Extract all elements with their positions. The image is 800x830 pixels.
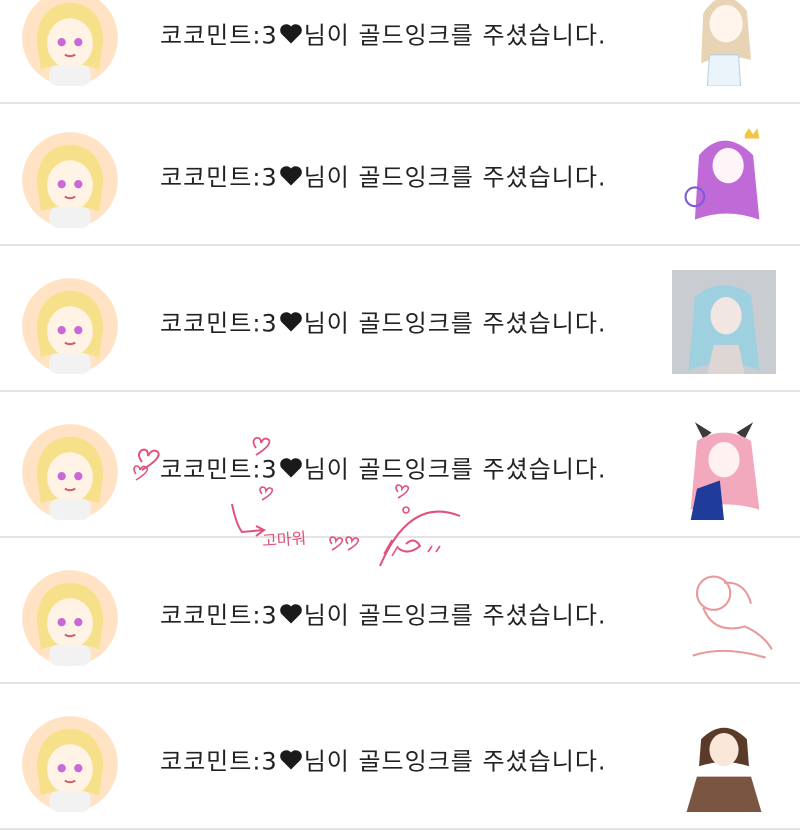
artwork-thumbnail[interactable] [672, 124, 776, 228]
sender-avatar[interactable] [18, 274, 122, 378]
heart-icon [279, 749, 302, 769]
notification-message: 코코민트:3 님이 골드잉크를 주셨습니다. [160, 16, 607, 51]
notification-row[interactable]: 코코민트:3 님이 골드잉크를 주셨습니다. [0, 0, 800, 104]
sender-name: 코코민트:3 [160, 747, 278, 776]
sender-name: 코코민트:3 [160, 21, 278, 50]
notification-message: 코코민트:3 님이 골드잉크를 주셨습니다. [160, 742, 607, 777]
sender-name: 코코민트:3 [160, 163, 278, 192]
sender-avatar[interactable] [18, 712, 122, 816]
heart-icon [279, 165, 302, 185]
notification-list: 코코민트:3 님이 골드잉크를 주셨습니다. 코코민트:3 님이 골드잉크를 주… [0, 0, 800, 830]
heart-icon [279, 23, 302, 43]
sender-name: 코코민트:3 [160, 601, 278, 630]
notification-row[interactable]: 코코민트:3 님이 골드잉크를 주셨습니다. [0, 544, 800, 684]
sender-avatar[interactable] [18, 420, 122, 524]
message-text: 님이 골드잉크를 주셨습니다. [303, 747, 607, 776]
heart-icon [279, 311, 302, 331]
artwork-thumbnail[interactable] [672, 562, 776, 666]
artwork-thumbnail[interactable] [672, 0, 776, 86]
sender-avatar[interactable] [18, 566, 122, 670]
notification-row[interactable]: 코코민트:3 님이 골드잉크를 주셨습니다. [0, 252, 800, 392]
heart-icon [279, 603, 302, 623]
message-text: 님이 골드잉크를 주셨습니다. [303, 163, 607, 192]
artwork-thumbnail[interactable] [672, 708, 776, 812]
notification-message: 코코민트:3 님이 골드잉크를 주셨습니다. [160, 596, 607, 631]
notification-message: 코코민트:3 님이 골드잉크를 주셨습니다. [160, 450, 607, 485]
heart-icon [279, 457, 302, 477]
message-text: 님이 골드잉크를 주셨습니다. [303, 601, 607, 630]
notification-row[interactable]: 코코민트:3 님이 골드잉크를 주셨습니다. [0, 398, 800, 538]
message-text: 님이 골드잉크를 주셨습니다. [303, 455, 607, 484]
artwork-thumbnail[interactable] [672, 270, 776, 374]
sender-name: 코코민트:3 [160, 309, 278, 338]
sender-name: 코코민트:3 [160, 455, 278, 484]
message-text: 님이 골드잉크를 주셨습니다. [303, 21, 607, 50]
sender-avatar[interactable] [18, 0, 122, 90]
notification-row[interactable]: 코코민트:3 님이 골드잉크를 주셨습니다. [0, 690, 800, 830]
notification-message: 코코민트:3 님이 골드잉크를 주셨습니다. [160, 304, 607, 339]
notification-message: 코코민트:3 님이 골드잉크를 주셨습니다. [160, 158, 607, 193]
artwork-thumbnail[interactable] [672, 416, 776, 520]
sender-avatar[interactable] [18, 128, 122, 232]
notification-row[interactable]: 코코민트:3 님이 골드잉크를 주셨습니다. [0, 106, 800, 246]
message-text: 님이 골드잉크를 주셨습니다. [303, 309, 607, 338]
